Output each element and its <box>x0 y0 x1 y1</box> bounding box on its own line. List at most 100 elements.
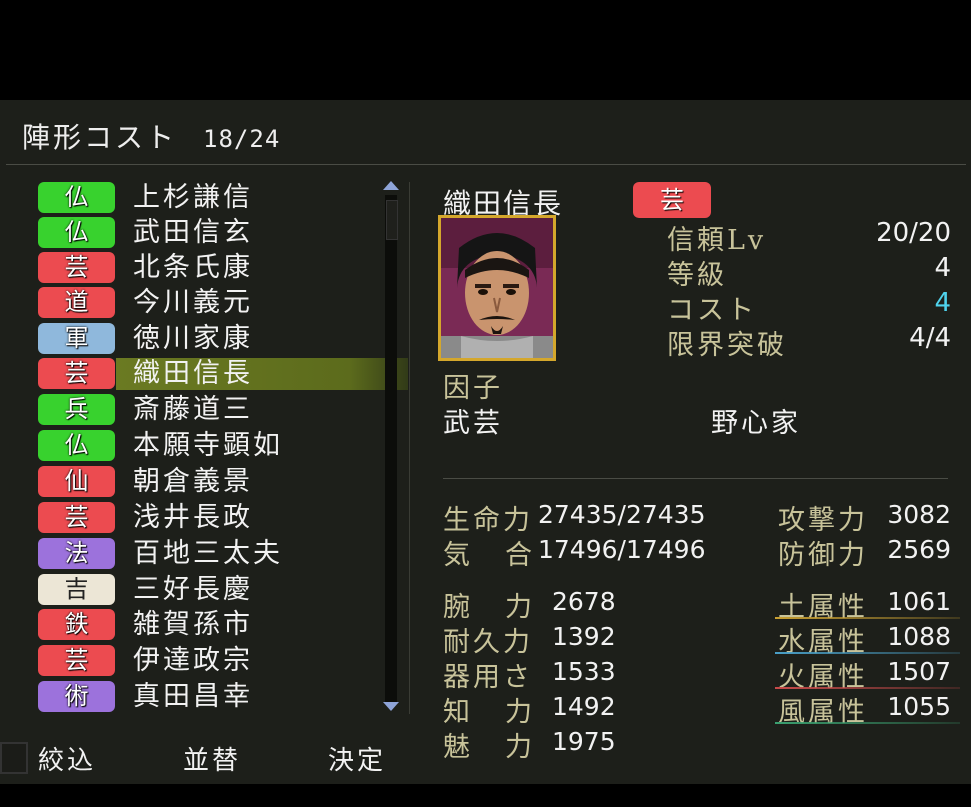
officer-name: 百地三太夫 <box>133 538 283 569</box>
filter-checkbox[interactable] <box>0 742 28 774</box>
strength-label-1: 腕 <box>443 592 473 623</box>
scroll-down-arrow-icon[interactable] <box>383 702 399 711</box>
list-scrollbar[interactable] <box>385 195 397 705</box>
officer-name: 武田信玄 <box>133 217 253 248</box>
header-divider <box>6 164 966 165</box>
class-badge: 術 <box>38 681 115 712</box>
earth-attr-underline <box>775 617 960 619</box>
hp-value: 27435/27435 <box>538 500 706 529</box>
endurance-value: 1392 <box>552 622 616 651</box>
list-item[interactable]: 鉄雑賀孫市 <box>38 607 408 642</box>
officer-name: 斎藤道三 <box>133 394 253 425</box>
attack-label: 攻撃力 <box>778 505 868 536</box>
stats-divider <box>443 478 948 479</box>
attack-value: 3082 <box>887 500 951 529</box>
ki-label-1: 気 <box>443 540 473 571</box>
charisma-label-2: 力 <box>505 732 535 763</box>
scroll-up-arrow-icon[interactable] <box>383 181 399 190</box>
class-badge: 兵 <box>38 394 115 425</box>
list-item[interactable]: 仙朝倉義景 <box>38 464 408 499</box>
formation-cost-header: 陣形コスト 18/24 <box>22 116 280 156</box>
class-badge: 仏 <box>38 217 115 248</box>
officer-name: 北条氏康 <box>133 252 253 283</box>
list-item[interactable]: 芸浅井長政 <box>38 500 408 535</box>
portrait-image <box>441 218 553 358</box>
ki-label-2: 合 <box>505 540 535 571</box>
rank-label: 等級 <box>667 260 727 291</box>
class-badge: 法 <box>38 538 115 569</box>
charisma-label-1: 魅 <box>443 732 473 763</box>
class-badge: 芸 <box>38 645 115 676</box>
intelligence-label-1: 知 <box>443 697 473 728</box>
factor-label: 因子 <box>443 373 503 404</box>
list-item[interactable]: 芸伊達政宗 <box>38 643 408 678</box>
fire-attr-underline <box>775 687 960 689</box>
officer-portrait <box>438 215 556 361</box>
sort-button[interactable]: 並替 <box>183 740 241 777</box>
officer-name: 織田信長 <box>133 358 253 389</box>
charisma-value: 1975 <box>552 727 616 756</box>
dexterity-label: 器用さ <box>443 662 533 693</box>
wind-attr-value: 1055 <box>887 692 951 721</box>
water-attr-underline <box>775 652 960 654</box>
trust-label: 信頼Lv <box>667 225 767 256</box>
list-item[interactable]: 仏本願寺顕如 <box>38 428 408 463</box>
class-badge: 軍 <box>38 323 115 354</box>
list-item[interactable]: 吉三好長慶 <box>38 572 408 607</box>
officer-name: 上杉謙信 <box>133 182 253 213</box>
officer-name: 徳川家康 <box>133 323 253 354</box>
class-badge: 鉄 <box>38 609 115 640</box>
hp-label: 生命力 <box>443 505 533 536</box>
list-item-selected[interactable]: 芸織田信長 <box>38 356 408 391</box>
strength-value: 2678 <box>552 587 616 616</box>
dexterity-value: 1533 <box>552 657 616 686</box>
officer-name: 伊達政宗 <box>133 645 253 676</box>
filter-button[interactable]: 絞込 <box>38 740 96 777</box>
officer-name: 真田昌幸 <box>133 681 253 712</box>
list-item[interactable]: 兵斎藤道三 <box>38 392 408 427</box>
class-badge: 仏 <box>38 430 115 461</box>
detail-class-badge: 芸 <box>633 182 711 218</box>
officer-name: 今川義元 <box>133 287 253 318</box>
limit-break-value: 4/4 <box>909 323 951 353</box>
list-item[interactable]: 軍徳川家康 <box>38 321 408 356</box>
wind-attr-underline <box>775 722 960 724</box>
list-item[interactable]: 道今川義元 <box>38 285 408 320</box>
intelligence-value: 1492 <box>552 692 616 721</box>
class-badge: 仏 <box>38 182 115 213</box>
defense-label: 防御力 <box>778 540 868 571</box>
confirm-button[interactable]: 決定 <box>328 740 386 777</box>
intelligence-label-2: 力 <box>505 697 535 728</box>
list-item[interactable]: 芸北条氏康 <box>38 250 408 285</box>
officer-name: 浅井長政 <box>133 502 253 533</box>
list-item[interactable]: 法百地三太夫 <box>38 536 408 571</box>
rank-value: 4 <box>934 253 951 283</box>
column-divider <box>409 182 410 714</box>
list-item[interactable]: 仏上杉謙信 <box>38 180 408 215</box>
officer-name: 本願寺顕如 <box>133 430 283 461</box>
defense-value: 2569 <box>887 535 951 564</box>
endurance-label: 耐久力 <box>443 627 533 658</box>
officer-name: 朝倉義景 <box>133 466 253 497</box>
factor-2: 野心家 <box>711 408 801 439</box>
class-badge: 芸 <box>38 252 115 283</box>
fire-attr-value: 1507 <box>887 657 951 686</box>
strength-label-2: 力 <box>505 592 535 623</box>
earth-attr-value: 1061 <box>887 587 951 616</box>
cost-value: 4 <box>934 288 951 318</box>
class-badge: 芸 <box>38 358 115 389</box>
factor-1: 武芸 <box>443 408 503 439</box>
formation-cost-value: 18/24 <box>203 125 281 153</box>
cost-label: コスト <box>667 295 757 326</box>
list-item[interactable]: 仏武田信玄 <box>38 215 408 250</box>
officer-name: 雑賀孫市 <box>133 609 253 640</box>
limit-break-label: 限界突破 <box>667 330 787 361</box>
officer-name: 三好長慶 <box>133 574 253 605</box>
ki-value: 17496/17496 <box>538 535 706 564</box>
scrollbar-thumb[interactable] <box>386 200 398 240</box>
class-badge: 芸 <box>38 502 115 533</box>
list-item[interactable]: 術真田昌幸 <box>38 679 408 714</box>
class-badge: 吉 <box>38 574 115 605</box>
formation-cost-label: 陣形コスト <box>22 121 178 154</box>
class-badge: 仙 <box>38 466 115 497</box>
